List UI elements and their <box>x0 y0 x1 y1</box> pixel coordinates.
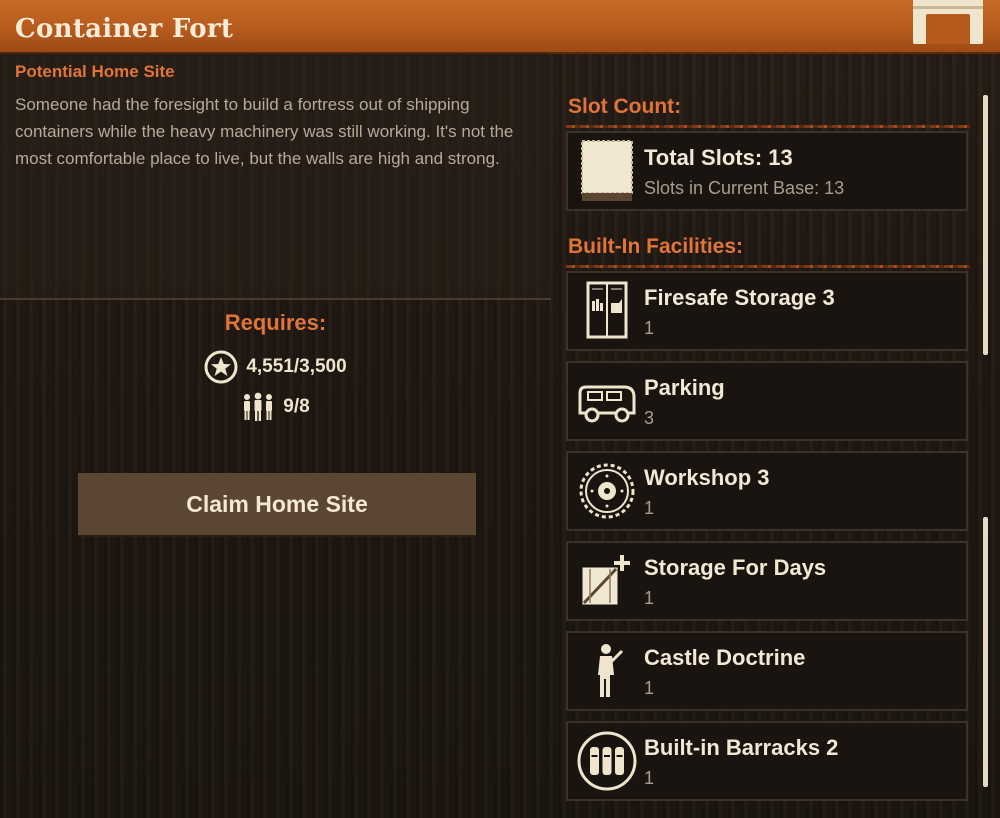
section-rule <box>566 125 970 128</box>
facility-value: 1 <box>644 768 655 788</box>
facility-name: Castle Doctrine <box>644 645 806 670</box>
survivors-requirement: 9/8 <box>0 392 551 422</box>
requires-heading: Requires: <box>224 310 327 335</box>
facility-value: 1 <box>644 678 655 698</box>
facility-name: Parking <box>644 375 725 400</box>
site-info-panel <box>0 53 551 299</box>
facility-value: 1 <box>644 498 655 518</box>
facility-value: 1 <box>644 318 655 338</box>
page-title: Container Fort <box>15 14 234 44</box>
survivors-value: 9/8 <box>283 396 310 417</box>
facility-name: Storage For Days <box>644 555 827 580</box>
barracks-icon <box>577 731 637 791</box>
star-icon <box>204 350 238 384</box>
scrollbar[interactable] <box>983 95 988 795</box>
sawblade-icon <box>579 463 635 519</box>
slot-count-heading: Slot Count: <box>568 95 682 118</box>
facility-name: Firesafe Storage 3 <box>644 285 835 310</box>
close-icon <box>913 6 983 9</box>
vehicle-icon <box>578 385 636 423</box>
locker-icon <box>586 281 628 339</box>
total-slots: Total Slots: 13 <box>644 145 793 170</box>
facilities-heading: Built-In Facilities: <box>568 235 744 258</box>
facility-name: Built-in Barracks 2 <box>644 735 839 760</box>
influence-requirement: 4,551/3,500 <box>0 350 551 384</box>
facility-card[interactable]: Firesafe Storage 3 1 <box>566 271 968 351</box>
facility-card[interactable]: Castle Doctrine 1 <box>566 631 968 711</box>
slot-icon <box>581 140 633 201</box>
site-subtitle: Potential Home Site <box>15 62 175 81</box>
facility-card[interactable]: Built-in Barracks 2 1 <box>566 721 968 801</box>
facility-card[interactable]: Parking 3 <box>566 361 968 441</box>
influence-value: 4,551/3,500 <box>246 356 347 377</box>
facility-value: 3 <box>644 408 655 428</box>
current-base-slots: Slots in Current Base: 13 <box>644 178 845 198</box>
scroll-thumb[interactable] <box>983 95 988 355</box>
divider <box>0 298 551 300</box>
facility-card[interactable]: Workshop 3 1 <box>566 451 968 531</box>
scroll-thumb[interactable] <box>983 517 988 787</box>
facility-value: 1 <box>644 588 655 608</box>
slot-count-card: Total Slots: 13 Slots in Current Base: 1… <box>566 131 968 211</box>
facility-card[interactable]: Storage For Days 1 <box>566 541 968 621</box>
crate-icon <box>581 555 630 606</box>
section-rule <box>566 265 970 268</box>
claim-home-site-button[interactable]: Claim Home Site <box>78 473 476 535</box>
site-description: Someone had the foresight to build a for… <box>15 95 514 168</box>
facility-name: Workshop 3 <box>644 465 770 490</box>
close-button[interactable] <box>913 0 983 44</box>
rifleman-icon <box>598 644 624 697</box>
people-icon <box>244 392 273 421</box>
title-bar: Container Fort <box>0 0 1000 54</box>
